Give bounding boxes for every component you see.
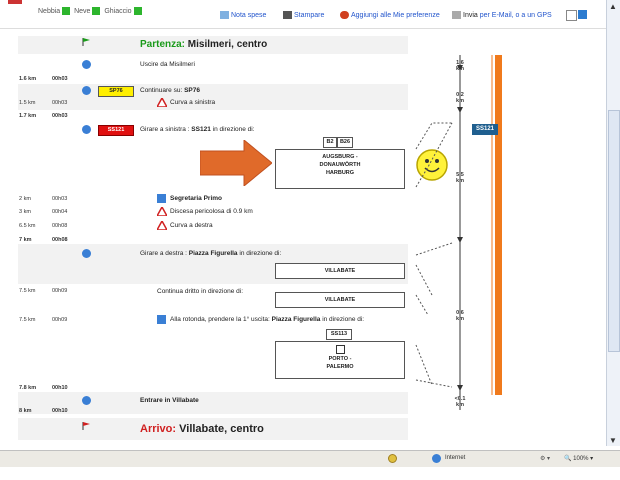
- step-distance: 8 km: [19, 408, 32, 414]
- step-distance: 7.8 km: [19, 385, 37, 391]
- legend-ice-swatch: [133, 7, 142, 15]
- road-tag-sp76: SP76: [98, 86, 134, 97]
- gps-device-icon[interactable]: [578, 10, 587, 19]
- browser-status-bar: Internet ⚙ ▾ 🔍 100% ▾: [0, 450, 620, 467]
- enter-town-text: Entrare in Villabate: [140, 397, 199, 404]
- step-distance: 7.5 km: [19, 317, 36, 323]
- step-time: 00h04: [52, 209, 68, 215]
- continue-text: Continua dritto in direzione di:: [157, 288, 243, 295]
- scroll-up-icon[interactable]: ▲: [608, 2, 618, 12]
- scale-segment: 0.6 km: [456, 310, 464, 322]
- security-icon: [388, 454, 397, 463]
- expense-note-icon: [220, 11, 229, 19]
- step-continue-text: Continuare su: SP76: [140, 87, 200, 94]
- heart-icon: [340, 11, 349, 19]
- step-exit-text: Uscire da Misilmeri: [140, 61, 195, 68]
- step-time: 00h08: [52, 223, 68, 229]
- envelope-icon: [452, 11, 461, 19]
- arrival-title: Arrivo: Villabate, centro: [140, 423, 264, 435]
- scroll-down-icon[interactable]: ▼: [608, 436, 618, 446]
- curve-left-text: Curva a sinistra: [170, 99, 216, 106]
- info-icon: [82, 125, 91, 134]
- legend-fog-swatch: [62, 7, 71, 15]
- step-distance: 7 km: [19, 237, 32, 243]
- roundabout-icon: [157, 315, 166, 324]
- turn-right-text: Girare a destra : Piazza Figurella in di…: [140, 250, 282, 257]
- road-tag-ss121: SS121: [98, 125, 134, 136]
- step-time: 00h10: [52, 385, 68, 391]
- expense-note-link[interactable]: Nota spese: [220, 11, 266, 19]
- scale-segment: 5.5 km: [456, 172, 464, 184]
- step-distance: 2 km: [19, 196, 31, 202]
- step-time: 00h03: [52, 100, 68, 106]
- direction-sign-box: VILLABATE: [275, 292, 405, 308]
- step-distance: 1.6 km: [19, 76, 37, 82]
- step-distance: 1.7 km: [19, 113, 37, 119]
- info-icon: [82, 60, 91, 69]
- security-zone-icon[interactable]: ⚙ ▾: [540, 455, 550, 462]
- legend-fog-label: Nebbia: [38, 7, 61, 15]
- road-shield-b2: B2: [323, 137, 337, 148]
- step-time: 00h03: [52, 76, 68, 82]
- printer-icon: [283, 11, 292, 19]
- legend-snow-swatch: [92, 7, 101, 15]
- step-time: 00h08: [52, 237, 68, 243]
- gps-icon[interactable]: [566, 10, 577, 21]
- step-distance: 6.5 km: [19, 223, 36, 229]
- scale-segment: <0.1 km: [454, 396, 466, 408]
- zoom-control[interactable]: 🔍 100% ▾: [564, 455, 593, 462]
- favorites-link[interactable]: Aggiungi alle Mie preferenze: [340, 11, 440, 19]
- step-time: 00h10: [52, 408, 68, 414]
- step-time: 00h09: [52, 317, 68, 323]
- weather-legend: Nebbia Neve Ghiaccio: [38, 7, 142, 15]
- zone-label: Internet: [445, 455, 466, 461]
- info-icon: [82, 249, 91, 258]
- roundabout-text: Alla rotonda, prendere la 1° uscita: Pia…: [170, 316, 365, 323]
- top-toolbar: Nebbia Neve Ghiaccio Nota spese Stampare…: [0, 0, 606, 29]
- warning-triangle-icon: [155, 205, 169, 218]
- road-shield-ss113: SS113: [326, 329, 352, 340]
- step-row: [18, 84, 408, 110]
- arrow-annotation-icon: [199, 138, 273, 188]
- direction-sign-box: PORTO - PALERMO: [275, 341, 405, 379]
- direction-sign-box: AUGSBURG - DONAUWÖRTH HARBURG: [275, 149, 405, 189]
- scale-segment: 1.6 km: [456, 60, 464, 72]
- descent-text: Discesa pericolosa di 0.9 km: [170, 208, 253, 215]
- direction-sign-box: VILLABATE: [275, 263, 405, 279]
- legend-ice-label: Ghiaccio: [104, 7, 132, 15]
- port-icon: [335, 345, 345, 354]
- step-time: 00h03: [52, 113, 68, 119]
- step-distance: 3 km: [19, 209, 31, 215]
- step-time: 00h09: [52, 288, 68, 294]
- road-shield-b26: B26: [337, 137, 353, 148]
- app-logo: [8, 0, 22, 4]
- print-link[interactable]: Stampare: [283, 11, 324, 19]
- scrollbar-thumb[interactable]: [608, 110, 620, 352]
- step-distance: 7.5 km: [19, 288, 36, 294]
- start-flag-icon: [82, 38, 90, 46]
- send-link[interactable]: Invia per E-Mail, o a un GPS: [452, 11, 552, 19]
- legend-snow-label: Neve: [74, 7, 91, 15]
- poi-text: Segretaria Primo: [170, 195, 223, 202]
- route-diagram: [415, 55, 502, 410]
- step-time: 00h03: [52, 196, 68, 202]
- scale-segment: 0.2 km: [456, 92, 464, 104]
- globe-icon: [432, 454, 441, 463]
- info-icon: [82, 396, 91, 405]
- road-badge-ss121: SS121: [472, 124, 498, 135]
- arrival-flag-icon: [82, 422, 90, 430]
- warning-triangle-icon: [155, 96, 169, 109]
- start-title: Partenza: Misilmeri, centro: [140, 39, 268, 50]
- camera-icon: [157, 194, 166, 203]
- step-distance: 1.5 km: [19, 100, 36, 106]
- turn-left-text: Girare a sinistra : SS121 in direzione d…: [140, 126, 255, 133]
- warning-triangle-icon: [155, 219, 169, 232]
- step-row: [18, 392, 408, 414]
- info-icon: [82, 86, 91, 95]
- curve-right-text: Curva a destra: [170, 222, 213, 229]
